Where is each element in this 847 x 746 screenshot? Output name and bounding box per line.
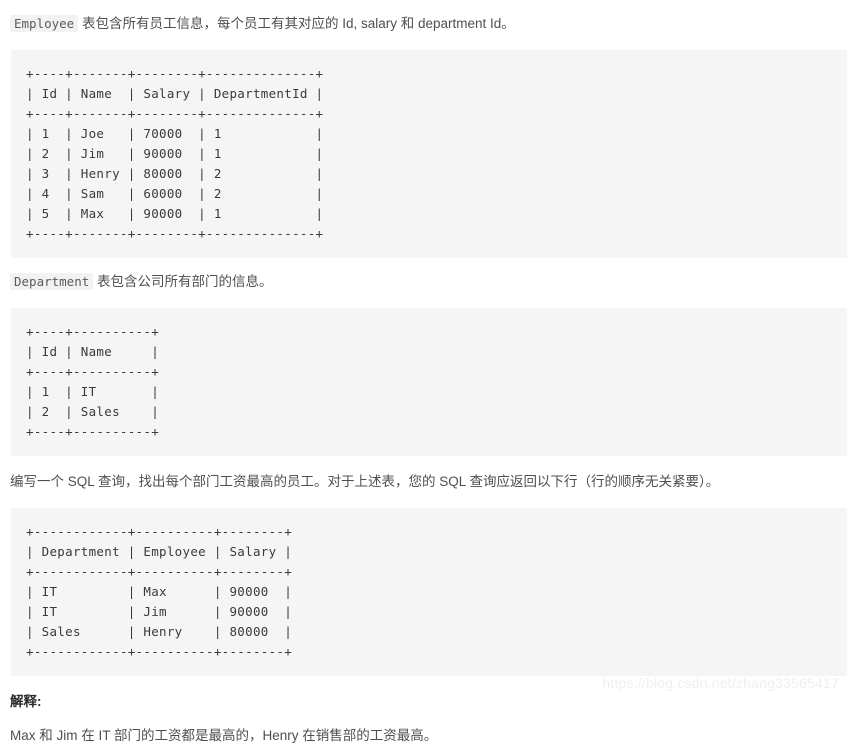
code-block-department-table: +----+----------+ | Id | Name | +----+--… bbox=[11, 308, 847, 456]
employee-row-4: | 4 | Sam | 60000 | 2 | bbox=[26, 186, 324, 201]
paragraph-employee-intro-text: 表包含所有员工信息，每个员工有其对应的 Id, salary 和 departm… bbox=[78, 16, 515, 31]
employee-header-row: | Id | Name | Salary | DepartmentId | bbox=[26, 86, 324, 101]
employee-row-3: | 3 | Henry | 80000 | 2 | bbox=[26, 166, 324, 181]
spacer-before-query bbox=[0, 456, 847, 472]
paragraph-explanation: Max 和 Jim 在 IT 部门的工资都是最高的，Henry 在销售部的工资最… bbox=[10, 728, 438, 743]
employee-rule-bottom: +----+-------+--------+--------------+ bbox=[26, 226, 324, 241]
department-row-1: | 1 | IT | bbox=[26, 384, 160, 399]
employee-rule-top: +----+-------+--------+--------------+ bbox=[26, 66, 324, 81]
paragraph-employee-intro: Employee 表包含所有员工信息，每个员工有其对应的 Id, salary … bbox=[0, 6, 847, 34]
paragraph-query-prompt: 编写一个 SQL 查询，找出每个部门工资最高的员工。对于上述表，您的 SQL 查… bbox=[10, 474, 720, 489]
department-rule-bottom: +----+----------+ bbox=[26, 424, 160, 439]
result-header-row: | Department | Employee | Salary | bbox=[26, 544, 293, 559]
result-rule-bottom: +------------+----------+--------+ bbox=[26, 644, 293, 659]
spacer-after-dept bbox=[0, 292, 847, 308]
employee-row-1: | 1 | Joe | 70000 | 1 | bbox=[26, 126, 324, 141]
code-employee-table: +----+-------+--------+--------------+ |… bbox=[26, 64, 847, 244]
explanation-heading: 解释: bbox=[10, 694, 42, 709]
employee-row-5: | 5 | Max | 90000 | 1 | bbox=[26, 206, 324, 221]
article-body: Employee 表包含所有员工信息，每个员工有其对应的 Id, salary … bbox=[0, 0, 847, 746]
paragraph-department-intro-text: 表包含公司所有部门的信息。 bbox=[93, 274, 273, 289]
code-result-table: +------------+----------+--------+ | Dep… bbox=[26, 522, 847, 662]
employee-rule-mid: +----+-------+--------+--------------+ bbox=[26, 106, 324, 121]
inline-code-employee: Employee bbox=[10, 15, 79, 32]
code-block-employee-table: +----+-------+--------+--------------+ |… bbox=[11, 50, 847, 258]
spacer-before-dept bbox=[0, 258, 847, 272]
result-rule-top: +------------+----------+--------+ bbox=[26, 524, 293, 539]
paragraph-department-intro: Department 表包含公司所有部门的信息。 bbox=[0, 272, 847, 292]
spacer-after-intro bbox=[0, 34, 847, 50]
department-rule-mid: +----+----------+ bbox=[26, 364, 160, 379]
department-header-row: | Id | Name | bbox=[26, 344, 160, 359]
result-row-3: | Sales | Henry | 80000 | bbox=[26, 624, 293, 639]
spacer-before-explain bbox=[0, 676, 847, 692]
result-rule-mid: +------------+----------+--------+ bbox=[26, 564, 293, 579]
result-row-2: | IT | Jim | 90000 | bbox=[26, 604, 293, 619]
code-block-result-table: +------------+----------+--------+ | Dep… bbox=[11, 508, 847, 676]
inline-code-department: Department bbox=[10, 273, 94, 290]
employee-row-2: | 2 | Jim | 90000 | 1 | bbox=[26, 146, 324, 161]
department-rule-top: +----+----------+ bbox=[26, 324, 160, 339]
code-department-table: +----+----------+ | Id | Name | +----+--… bbox=[26, 322, 847, 442]
result-row-1: | IT | Max | 90000 | bbox=[26, 584, 293, 599]
department-row-2: | 2 | Sales | bbox=[26, 404, 160, 419]
spacer-explain-mid bbox=[0, 712, 847, 726]
spacer-after-query bbox=[0, 492, 847, 508]
